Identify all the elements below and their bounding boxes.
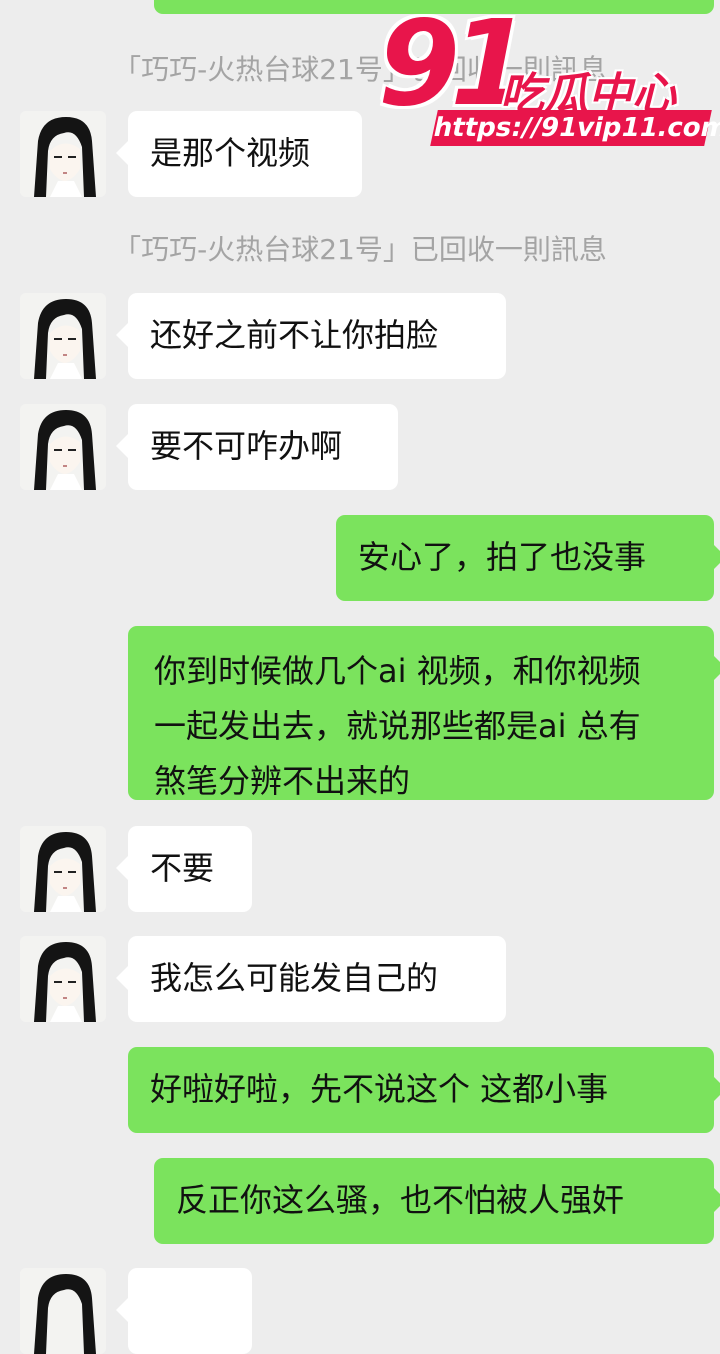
- incoming-message-bubble[interactable]: 还好之前不让你拍脸: [116, 293, 506, 379]
- incoming-message-bubble[interactable]: 是那个视频: [116, 111, 362, 197]
- outgoing-message-bubble[interactable]: 反正你这么骚，也不怕被人强奸: [154, 1158, 720, 1244]
- recall-notice: 「巧巧-火热台球21号」已回收一則訊息: [113, 233, 607, 266]
- outgoing-message-bubble-multiline[interactable]: 你到时候做几个ai 视频，和你视频 一起发出去，就说那些都是ai 总有 煞笔分辨…: [128, 626, 720, 800]
- avatar-girl-icon: [20, 936, 106, 1022]
- contact-avatar[interactable]: [20, 1268, 106, 1354]
- avatar-girl-icon: [20, 404, 106, 490]
- outgoing-message-bubble[interactable]: 安心了，拍了也没事: [336, 515, 720, 601]
- avatar-girl-icon: [20, 111, 106, 197]
- message-line: 煞笔分辨不出来的: [154, 762, 411, 800]
- site-watermark: 91 吃瓜中心 https://91vip11.com: [372, 4, 720, 154]
- contact-avatar[interactable]: [20, 293, 106, 379]
- incoming-message-bubble-clipped[interactable]: [116, 1268, 252, 1354]
- message-line: 你到时候做几个ai 视频，和你视频: [154, 652, 641, 690]
- incoming-message-bubble[interactable]: 不要: [116, 826, 252, 912]
- contact-avatar[interactable]: [20, 111, 106, 197]
- avatar-girl-icon: [20, 826, 106, 912]
- outgoing-message-bubble[interactable]: 好啦好啦，先不说这个 这都小事: [128, 1047, 720, 1133]
- avatar-girl-icon: [20, 1268, 106, 1354]
- message-line: 一起发出去，就说那些都是ai 总有: [154, 707, 641, 745]
- incoming-message-bubble[interactable]: 我怎么可能发自己的: [116, 936, 506, 1022]
- contact-avatar[interactable]: [20, 936, 106, 1022]
- contact-avatar[interactable]: [20, 826, 106, 912]
- incoming-message-bubble[interactable]: 要不可咋办啊: [116, 404, 398, 490]
- watermark-url: https://91vip11.com: [430, 110, 720, 146]
- contact-avatar[interactable]: [20, 404, 106, 490]
- avatar-girl-icon: [20, 293, 106, 379]
